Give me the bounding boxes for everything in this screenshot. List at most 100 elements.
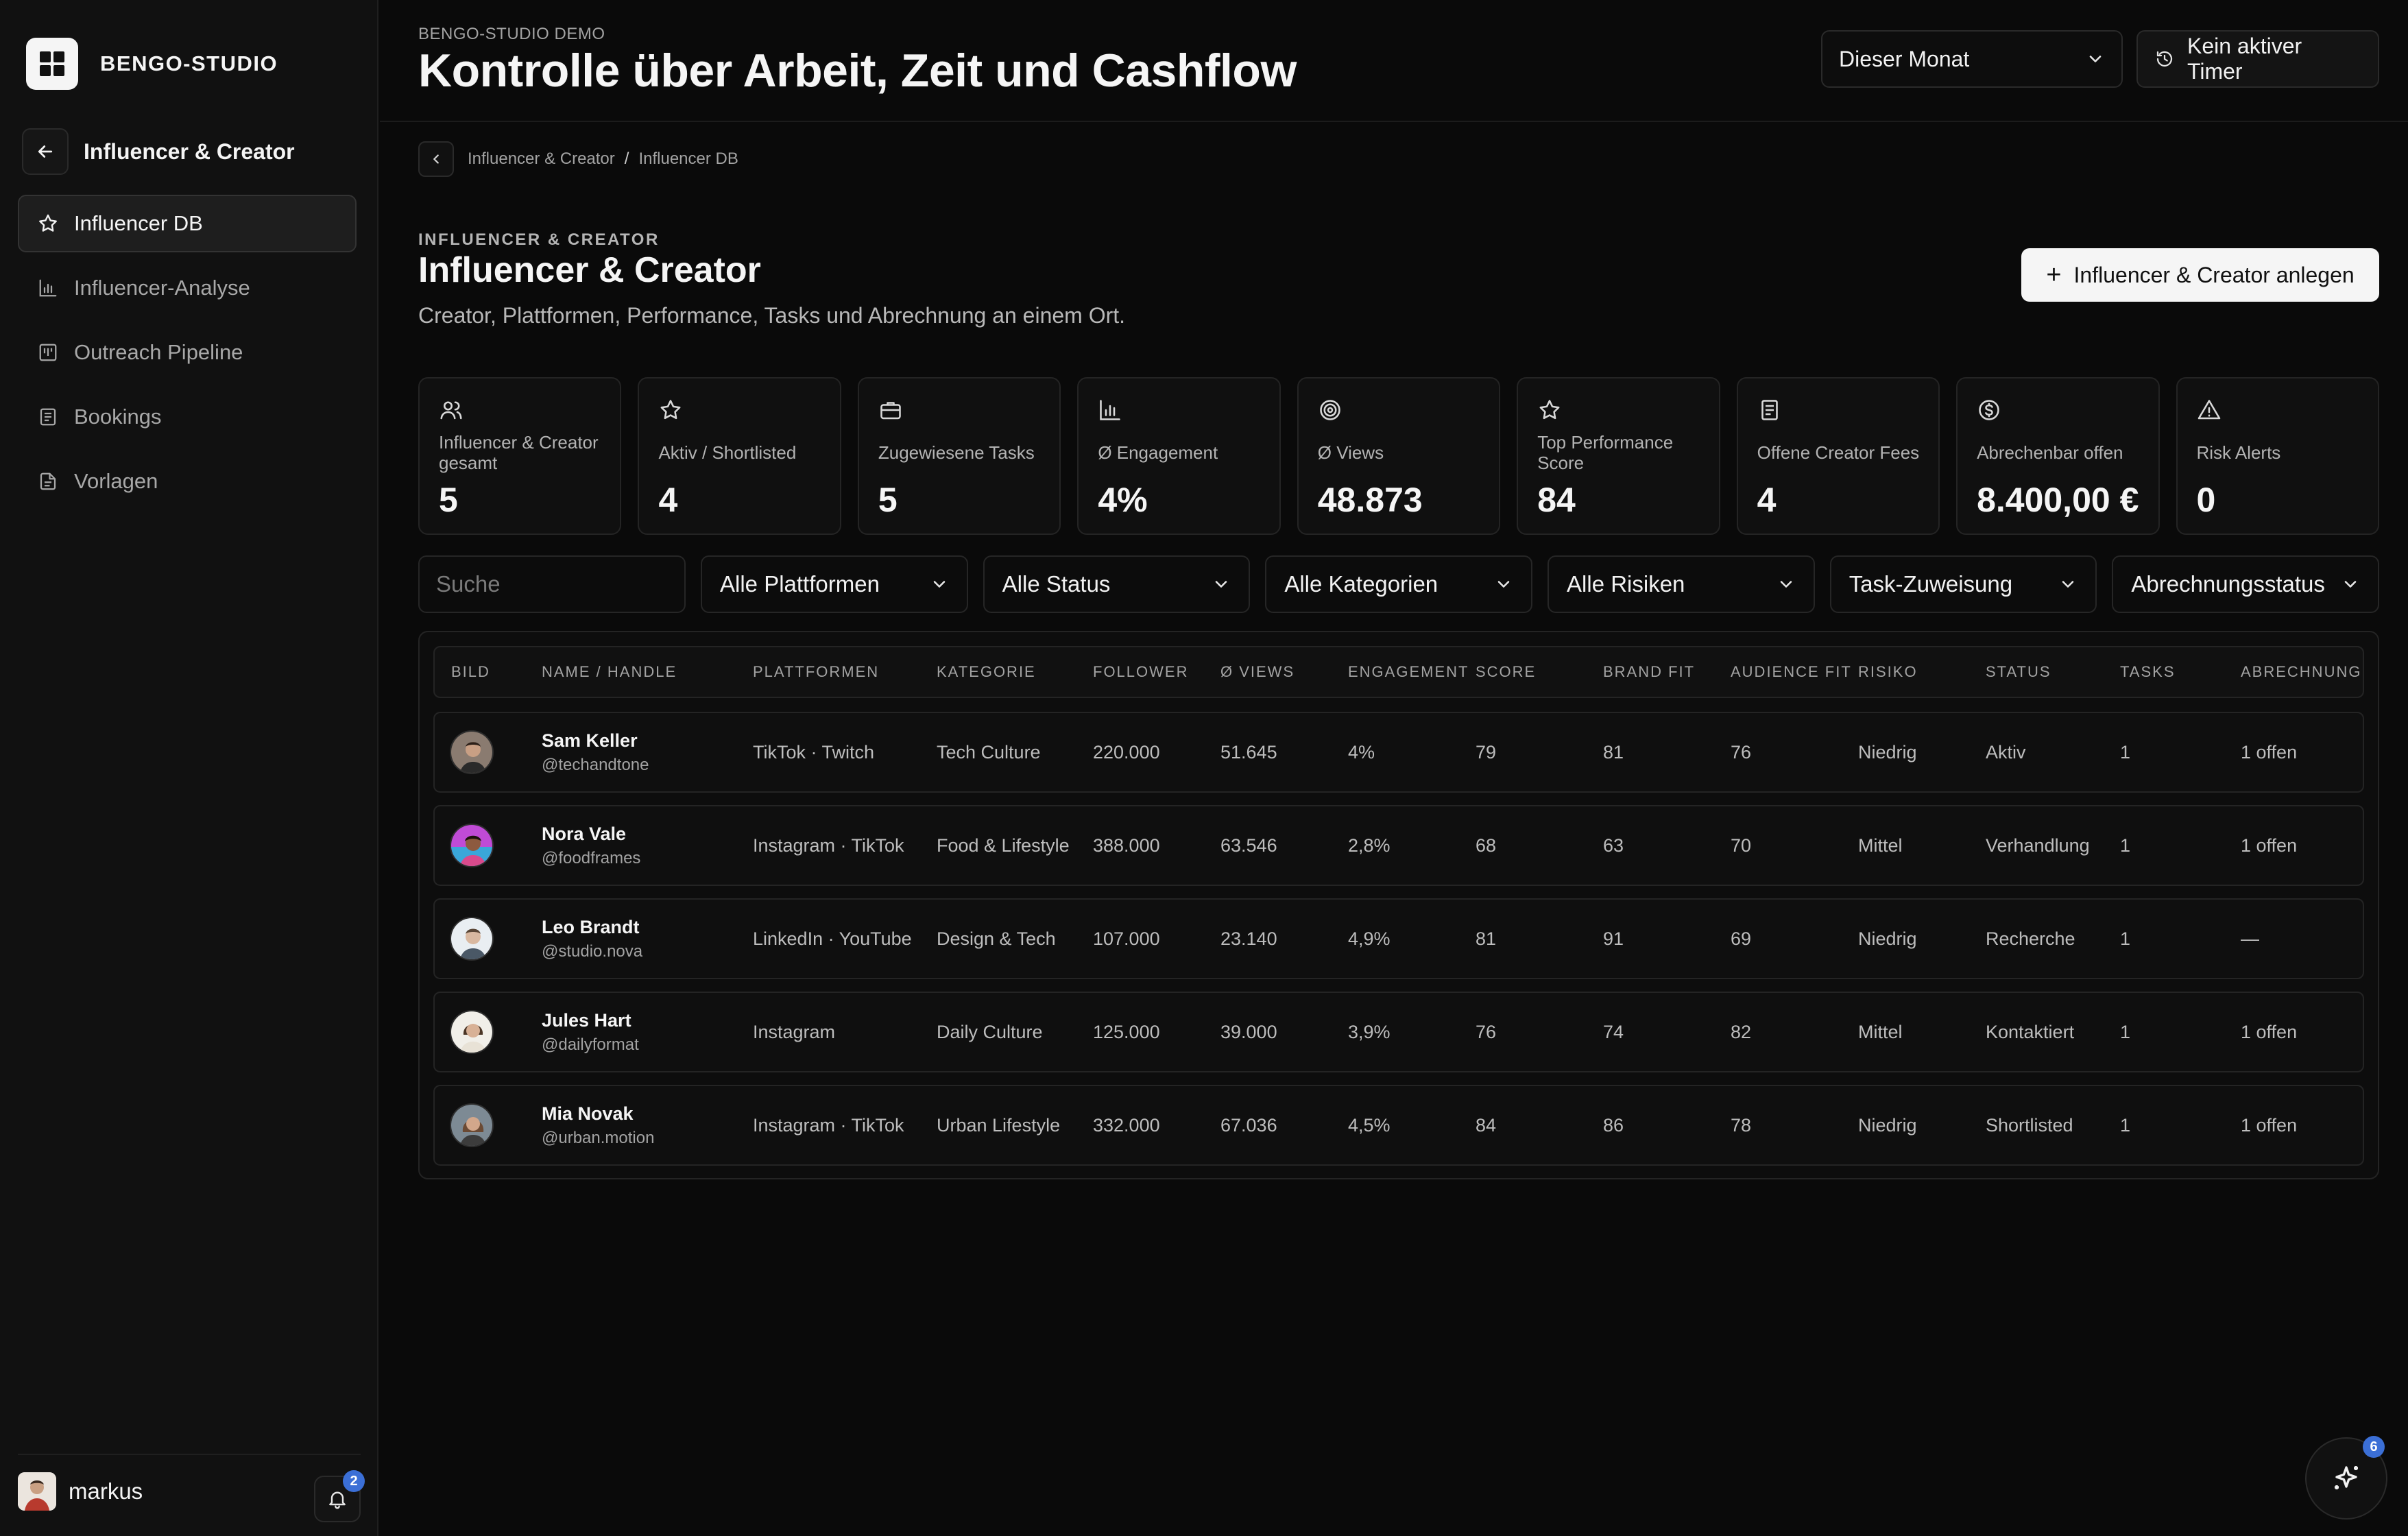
sidebar-item-label: Influencer DB xyxy=(74,211,203,235)
target-icon xyxy=(1319,400,1340,420)
briefcase-icon xyxy=(880,402,901,420)
table-row[interactable]: Jules Hart @dailyformat Instagram Daily … xyxy=(433,992,2364,1072)
sidebar-item-influencer-db[interactable]: Influencer DB xyxy=(18,195,357,252)
avatar xyxy=(450,1010,494,1054)
filter-value: Abrechnungsstatus xyxy=(2131,571,2325,597)
receipt-icon xyxy=(1761,400,1778,420)
column-header[interactable]: Follower xyxy=(1093,647,1188,697)
influencer-handle: @dailyformat xyxy=(542,1035,639,1054)
section-overline: INFLUENCER & CREATOR xyxy=(418,230,660,249)
sidebar-item-bookings[interactable]: Bookings xyxy=(18,388,357,446)
sidebar: BENGO-STUDIO Influencer & Creator Influe… xyxy=(0,0,378,1536)
column-header[interactable]: Name / Handle xyxy=(542,647,677,697)
category-cell: Daily Culture xyxy=(937,1021,1043,1042)
column-header[interactable]: Score xyxy=(1476,647,1536,697)
tasks-cell: 1 xyxy=(2120,741,2131,763)
engagement-cell: 4% xyxy=(1348,741,1375,763)
period-select[interactable]: Dieser Monat xyxy=(1821,30,2123,88)
table-row[interactable]: Mia Novak @urban.motion Instagram · TikT… xyxy=(433,1085,2364,1166)
timer-button[interactable]: Kein aktiver Timer xyxy=(2136,30,2379,88)
category-cell: Food & Lifestyle xyxy=(937,835,1070,856)
kpi-value: 4 xyxy=(1757,481,1777,519)
filter-risks[interactable]: Alle Risiken xyxy=(1548,555,1815,613)
billing-cell: 1 offen xyxy=(2241,1114,2298,1136)
filter-value: Alle Status xyxy=(1002,571,1111,597)
filter-categories[interactable]: Alle Kategorien xyxy=(1265,555,1533,613)
column-header[interactable]: Audience Fit xyxy=(1731,647,1852,697)
kpi-label: Abrechenbar offen xyxy=(1977,442,2123,463)
breadcrumb-parent[interactable]: Influencer & Creator xyxy=(468,149,615,169)
chevron-down-icon xyxy=(933,581,945,588)
views-cell: 39.000 xyxy=(1220,1021,1277,1042)
period-select-value: Dieser Monat xyxy=(1839,46,1970,71)
column-header[interactable]: Plattformen xyxy=(753,647,879,697)
notifications-button[interactable]: 2 xyxy=(314,1470,365,1522)
filter-bar: Alle Plattformen Alle Status Alle Katego… xyxy=(418,555,2380,614)
column-header[interactable]: Risiko xyxy=(1858,647,1918,697)
influencer-name[interactable]: Leo Brandt xyxy=(542,917,640,938)
brand[interactable]: BENGO-STUDIO xyxy=(26,38,278,90)
column-header[interactable]: Bild xyxy=(451,647,490,697)
column-header[interactable]: Abrechnung xyxy=(2241,647,2361,697)
brand-fit-cell: 86 xyxy=(1603,1114,1624,1136)
avatar-cell xyxy=(450,1086,494,1164)
audience-fit-cell: 82 xyxy=(1731,1021,1752,1042)
column-header[interactable]: Brand Fit xyxy=(1603,647,1695,697)
engagement-cell: 4,5% xyxy=(1348,1114,1390,1136)
sidebar-back-button[interactable] xyxy=(22,128,69,175)
user-avatar[interactable] xyxy=(18,1472,56,1511)
kpi-card-engagement: Ø Engagement 4% xyxy=(1077,377,1281,535)
column-header[interactable]: Kategorie xyxy=(937,647,1036,697)
search-input[interactable] xyxy=(418,555,686,613)
add-influencer-button[interactable]: + Influencer & Creator anlegen xyxy=(2021,248,2379,302)
kpi-cards: Influencer & Creator gesamt 5 Aktiv / Sh… xyxy=(418,377,2379,535)
kpi-value: 4% xyxy=(1098,481,1148,519)
header-overline: BENGO-STUDIO DEMO xyxy=(418,25,605,43)
filter-platforms[interactable]: Alle Plattformen xyxy=(701,555,968,613)
brand-name: BENGO-STUDIO xyxy=(100,51,278,75)
column-header[interactable]: Ø Views xyxy=(1220,647,1295,697)
star-icon xyxy=(1539,400,1560,420)
chevron-down-icon xyxy=(1497,581,1510,588)
breadcrumb-back-button[interactable] xyxy=(418,141,454,177)
brand-fit-cell: 91 xyxy=(1603,928,1624,949)
section-title: Influencer & Creator xyxy=(418,250,761,290)
table-row[interactable]: Leo Brandt @studio.nova LinkedIn · YouTu… xyxy=(433,898,2364,979)
table-row[interactable]: Sam Keller @techandtone TikTok · Twitch … xyxy=(433,712,2364,793)
ai-assistant-button[interactable]: 6 xyxy=(2305,1436,2387,1520)
name-cell: Leo Brandt @studio.nova xyxy=(542,900,642,978)
table-row[interactable]: Nora Vale @foodframes Instagram · TikTok… xyxy=(433,805,2364,886)
column-header[interactable]: Engagement xyxy=(1348,647,1469,697)
document-icon xyxy=(36,405,60,429)
kpi-value: 0 xyxy=(2196,481,2216,519)
kpi-card-open-fees: Offene Creator Fees 4 xyxy=(1736,377,1940,535)
kpi-label: Offene Creator Fees xyxy=(1757,442,1920,463)
kpi-card-top-score: Top Performance Score 84 xyxy=(1517,377,1720,535)
filter-status[interactable]: Alle Status xyxy=(983,555,1251,613)
category-cell: Tech Culture xyxy=(937,741,1041,763)
kpi-label: Top Performance Score xyxy=(1537,432,1674,473)
platforms-cell: Instagram · TikTok xyxy=(753,1114,904,1136)
kpi-value: 48.873 xyxy=(1317,481,1423,519)
filter-billing-status[interactable]: Abrechnungsstatus xyxy=(2112,555,2380,613)
engagement-cell: 2,8% xyxy=(1348,835,1390,856)
sidebar-item-outreach-pipeline[interactable]: Outreach Pipeline xyxy=(18,324,357,381)
filter-task-assignment[interactable]: Task-Zuweisung xyxy=(1829,555,2097,613)
influencer-name[interactable]: Sam Keller xyxy=(542,730,638,752)
influencer-name[interactable]: Jules Hart xyxy=(542,1010,631,1031)
influencer-name[interactable]: Mia Novak xyxy=(542,1103,634,1125)
kpi-card-active: Aktiv / Shortlisted 4 xyxy=(638,377,841,535)
sidebar-item-influencer-analyse[interactable]: Influencer-Analyse xyxy=(18,259,357,317)
sidebar-section-title: Influencer & Creator xyxy=(84,139,295,164)
avatar xyxy=(450,824,494,867)
main-content: Influencer & Creator / Influencer DB INF… xyxy=(380,123,2408,1536)
influencer-name[interactable]: Nora Vale xyxy=(542,824,626,845)
risk-cell: Niedrig xyxy=(1858,1114,1917,1136)
column-header[interactable]: Status xyxy=(1986,647,2051,697)
table-header: Bild Name / Handle Plattformen Kategorie… xyxy=(433,646,2364,698)
column-header[interactable]: Tasks xyxy=(2120,647,2176,697)
avatar-cell xyxy=(450,713,494,791)
sidebar-item-vorlagen[interactable]: Vorlagen xyxy=(18,453,357,510)
assistant-badge: 6 xyxy=(2363,1436,2385,1458)
risk-cell: Mittel xyxy=(1858,1021,1903,1042)
